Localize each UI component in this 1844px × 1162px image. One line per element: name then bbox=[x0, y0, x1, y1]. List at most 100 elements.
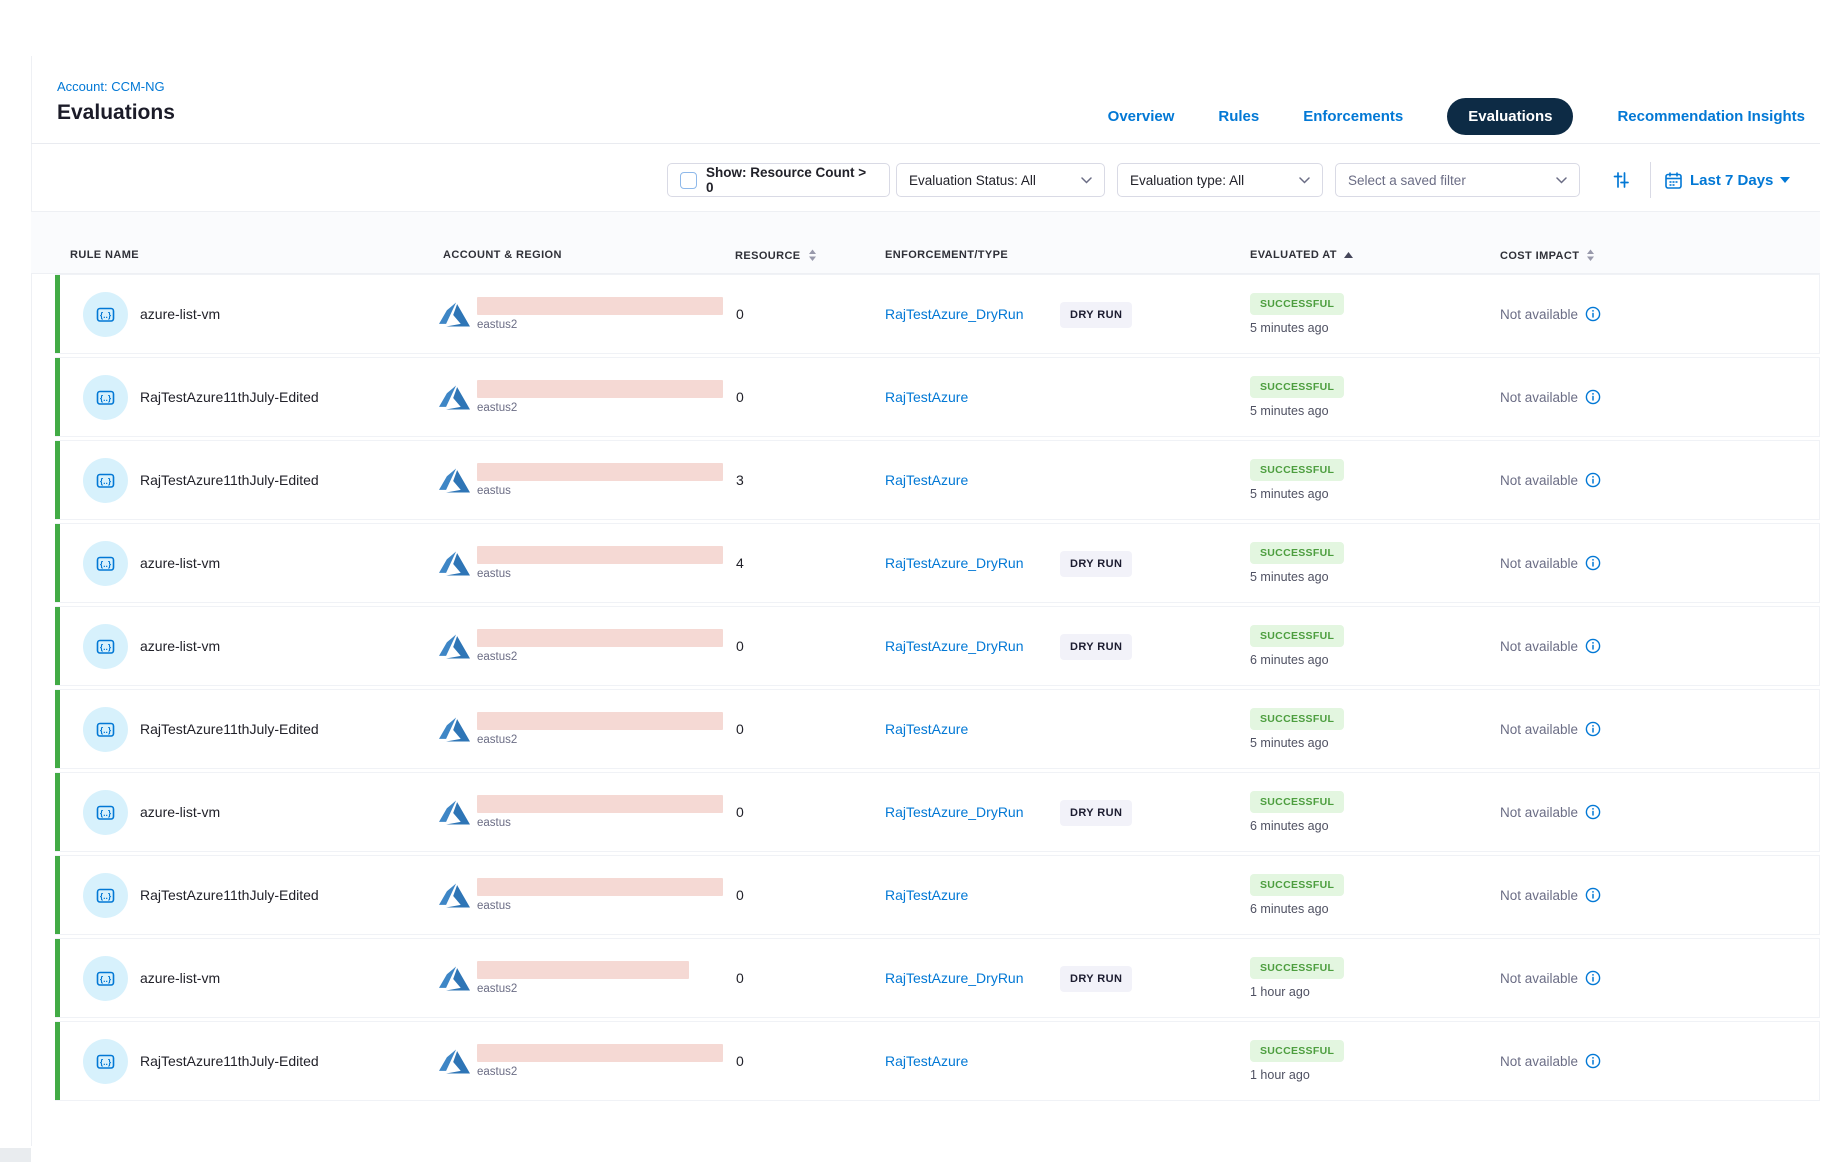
column-header-account-region: ACCOUNT & REGION bbox=[443, 249, 562, 261]
enforcement-link[interactable]: RajTestAzure_DryRun bbox=[885, 773, 1024, 851]
info-icon[interactable] bbox=[1585, 804, 1601, 820]
enforcement-link[interactable]: RajTestAzure bbox=[885, 441, 968, 519]
nav-tab-enforcements[interactable]: Enforcements bbox=[1303, 108, 1403, 125]
column-header-rule-name: RULE NAME bbox=[70, 249, 139, 261]
evaluated-time: 1 hour ago bbox=[1250, 1068, 1310, 1082]
cost-impact-value: Not available bbox=[1500, 639, 1578, 654]
resource-count: 0 bbox=[736, 607, 744, 685]
evaluation-type-value: Evaluation type: All bbox=[1130, 173, 1244, 188]
rule-name: RajTestAzure11thJuly-Edited bbox=[140, 358, 319, 436]
account-region-cell: eastus2 bbox=[439, 1022, 723, 1100]
enforcement-link[interactable]: RajTestAzure_DryRun bbox=[885, 607, 1024, 685]
enforcement-link[interactable]: RajTestAzure bbox=[885, 856, 968, 934]
svg-text:{..}: {..} bbox=[100, 725, 112, 735]
cost-impact-value: Not available bbox=[1500, 307, 1578, 322]
cost-impact-cell: Not available bbox=[1500, 358, 1601, 436]
cost-impact-value: Not available bbox=[1500, 1054, 1578, 1069]
evaluation-table-row[interactable]: {..} RajTestAzure11thJuly-Edited eastus … bbox=[55, 440, 1820, 520]
info-icon[interactable] bbox=[1585, 306, 1601, 322]
region-label: eastus bbox=[477, 900, 723, 912]
rule-name: azure-list-vm bbox=[140, 773, 220, 851]
evaluation-table-row[interactable]: {..} RajTestAzure11thJuly-Edited eastus2… bbox=[55, 1021, 1820, 1101]
resource-count: 0 bbox=[736, 358, 744, 436]
account-region-cell: eastus2 bbox=[439, 275, 723, 353]
breadcrumb-account-link[interactable]: Account: CCM-NG bbox=[57, 79, 165, 94]
svg-text:{..}: {..} bbox=[100, 642, 112, 652]
sort-ascending-icon[interactable] bbox=[1344, 252, 1353, 258]
cost-impact-cell: Not available bbox=[1500, 1022, 1601, 1100]
filter-settings-button[interactable] bbox=[1603, 163, 1639, 197]
info-icon[interactable] bbox=[1585, 555, 1601, 571]
enforcement-link[interactable]: RajTestAzure_DryRun bbox=[885, 939, 1024, 1017]
evaluation-table-row[interactable]: {..} azure-list-vm eastus 4 RajTestAzure… bbox=[55, 523, 1820, 603]
date-range-value: Last 7 Days bbox=[1690, 172, 1773, 189]
evaluated-at-cell: SUCCESSFUL 5 minutes ago bbox=[1250, 524, 1344, 602]
cost-impact-cell: Not available bbox=[1500, 607, 1601, 685]
evaluated-time: 6 minutes ago bbox=[1250, 653, 1329, 667]
nav-tab-rules[interactable]: Rules bbox=[1218, 108, 1259, 125]
svg-text:{..}: {..} bbox=[100, 476, 112, 486]
svg-text:{..}: {..} bbox=[100, 891, 112, 901]
page-title: Evaluations bbox=[57, 101, 175, 125]
cost-impact-cell: Not available bbox=[1500, 773, 1601, 851]
evaluation-table-row[interactable]: {..} azure-list-vm eastus 0 RajTestAzure… bbox=[55, 772, 1820, 852]
saved-filter-dropdown[interactable]: Select a saved filter bbox=[1335, 163, 1580, 197]
evaluation-table-row[interactable]: {..} RajTestAzure11thJuly-Edited eastus2… bbox=[55, 689, 1820, 769]
region-label: eastus2 bbox=[477, 402, 723, 414]
sort-icon[interactable] bbox=[808, 249, 817, 262]
chevron-down-icon bbox=[1299, 177, 1310, 184]
rule-icon: {..} bbox=[83, 707, 128, 752]
info-icon[interactable] bbox=[1585, 887, 1601, 903]
enforcement-link[interactable]: RajTestAzure_DryRun bbox=[885, 275, 1024, 353]
cost-impact-value: Not available bbox=[1500, 556, 1578, 571]
resource-count: 0 bbox=[736, 275, 744, 353]
rule-icon: {..} bbox=[83, 292, 128, 337]
saved-filter-placeholder: Select a saved filter bbox=[1348, 173, 1466, 188]
info-icon[interactable] bbox=[1585, 970, 1601, 986]
status-badge: SUCCESSFUL bbox=[1250, 874, 1344, 896]
info-icon[interactable] bbox=[1585, 389, 1601, 405]
sliders-icon bbox=[1611, 170, 1631, 190]
account-region-cell: eastus2 bbox=[439, 358, 723, 436]
nav-tab-overview[interactable]: Overview bbox=[1108, 108, 1175, 125]
evaluation-table-row[interactable]: {..} azure-list-vm eastus2 0 RajTestAzur… bbox=[55, 274, 1820, 354]
evaluation-table-row[interactable]: {..} azure-list-vm eastus2 0 RajTestAzur… bbox=[55, 938, 1820, 1018]
evaluation-status-dropdown[interactable]: Evaluation Status: All bbox=[896, 163, 1105, 197]
info-icon[interactable] bbox=[1585, 638, 1601, 654]
info-icon[interactable] bbox=[1585, 472, 1601, 488]
resource-count: 0 bbox=[736, 1022, 744, 1100]
info-icon[interactable] bbox=[1585, 721, 1601, 737]
nav-tab-evaluations-active[interactable]: Evaluations bbox=[1447, 98, 1573, 135]
calendar-icon bbox=[1664, 171, 1683, 190]
azure-logo-icon bbox=[439, 631, 470, 662]
evaluated-time: 5 minutes ago bbox=[1250, 570, 1329, 584]
region-label: eastus2 bbox=[477, 319, 723, 331]
enforcement-link[interactable]: RajTestAzure bbox=[885, 690, 968, 768]
column-header-evaluated-at[interactable]: EVALUATED AT bbox=[1250, 249, 1353, 261]
account-name-redacted bbox=[477, 1044, 723, 1062]
column-header-cost-impact[interactable]: COST IMPACT bbox=[1500, 249, 1595, 262]
info-icon[interactable] bbox=[1585, 1053, 1601, 1069]
evaluation-table-row[interactable]: {..} azure-list-vm eastus2 0 RajTestAzur… bbox=[55, 606, 1820, 686]
enforcement-link[interactable]: RajTestAzure bbox=[885, 1022, 968, 1100]
region-label: eastus2 bbox=[477, 983, 689, 995]
column-header-enforcement-type: ENFORCEMENT/TYPE bbox=[885, 249, 1008, 261]
azure-logo-icon bbox=[439, 548, 470, 579]
region-label: eastus bbox=[477, 817, 723, 829]
evaluation-table-row[interactable]: {..} RajTestAzure11thJuly-Edited eastus … bbox=[55, 855, 1820, 935]
caret-down-icon bbox=[1780, 177, 1790, 183]
status-badge: SUCCESSFUL bbox=[1250, 957, 1344, 979]
sort-icon[interactable] bbox=[1586, 249, 1595, 262]
enforcement-link[interactable]: RajTestAzure_DryRun bbox=[885, 524, 1024, 602]
column-header-resource[interactable]: RESOURCE bbox=[735, 249, 817, 262]
evaluation-table-row[interactable]: {..} RajTestAzure11thJuly-Edited eastus2… bbox=[55, 357, 1820, 437]
nav-tab-recommendation-insights[interactable]: Recommendation Insights bbox=[1617, 108, 1805, 125]
chevron-down-icon bbox=[1081, 177, 1092, 184]
resource-count-filter-toggle[interactable]: Show: Resource Count > 0 bbox=[667, 163, 890, 197]
resource-count-checkbox[interactable] bbox=[680, 172, 697, 189]
account-region-cell: eastus2 bbox=[439, 607, 723, 685]
evaluation-type-dropdown[interactable]: Evaluation type: All bbox=[1117, 163, 1323, 197]
enforcement-link[interactable]: RajTestAzure bbox=[885, 358, 968, 436]
account-name-redacted bbox=[477, 463, 723, 481]
date-range-picker[interactable]: Last 7 Days bbox=[1664, 163, 1790, 197]
